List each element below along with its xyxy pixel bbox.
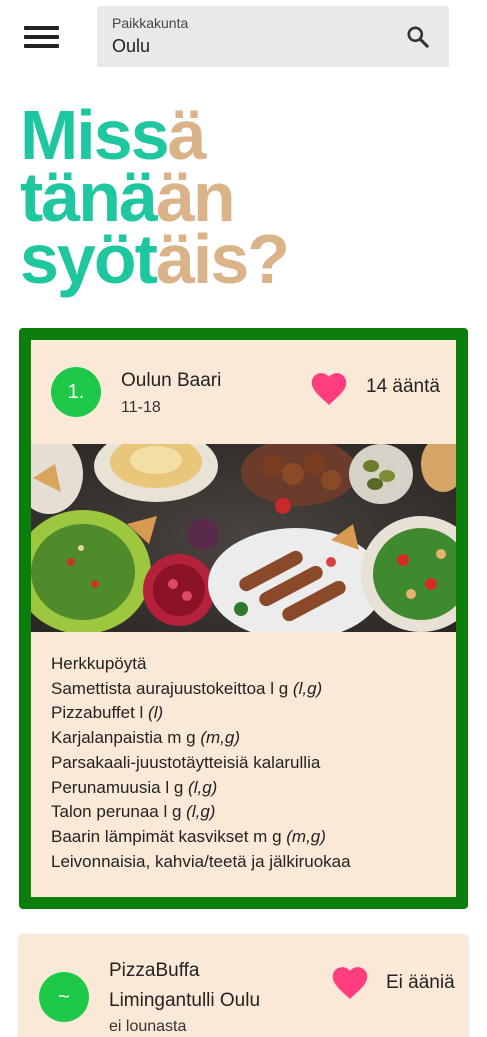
diet-tags: (l) bbox=[148, 703, 164, 723]
diet-tags: (l,g) bbox=[186, 802, 216, 822]
title-line-3: syötäis? bbox=[20, 224, 340, 294]
restaurant-card[interactable]: ~ PizzaBuffa Limingantulli Oulu ei louna… bbox=[19, 934, 468, 1037]
food-platter-image bbox=[31, 444, 456, 632]
title-line-2: tänään bbox=[20, 162, 340, 232]
restaurant-location: Limingantulli Oulu bbox=[109, 990, 261, 1011]
menu-item: Samettista aurajuustokeittoa l g (l,g) bbox=[51, 677, 351, 702]
menu-bar bbox=[24, 44, 59, 48]
dish-name: Herkkupöytä bbox=[51, 654, 147, 673]
restaurant-card-selected[interactable]: 1. Oulun Baari 11-18 14 ääntä Herkkupöyt… bbox=[19, 328, 468, 909]
rank-badge: 1. bbox=[51, 367, 101, 417]
menu-item: Herkkupöytä bbox=[51, 652, 351, 677]
vote-count: Ei ääniä bbox=[386, 972, 455, 993]
search-icon[interactable] bbox=[405, 24, 431, 50]
city-search-field[interactable]: Paikkakunta Oulu bbox=[97, 6, 449, 67]
rank-badge: ~ bbox=[39, 972, 89, 1022]
dish-name: Talon perunaa l g bbox=[51, 802, 187, 822]
diet-tags: (l,g) bbox=[292, 678, 323, 698]
menu-item: Leivonnaisia, kahvia/teetä ja jälkiruoka… bbox=[51, 850, 351, 875]
search-field-label: Paikkakunta bbox=[112, 15, 189, 31]
menu-item: Baarin lämpimät kasvikset m g (m,g) bbox=[51, 825, 351, 850]
dish-name: Karjalanpaistia m g bbox=[51, 728, 201, 748]
heart-icon[interactable] bbox=[329, 962, 371, 1000]
restaurant-name: Oulun Baari bbox=[121, 370, 222, 391]
diet-tags: (l,g) bbox=[188, 777, 218, 797]
heart-icon[interactable] bbox=[308, 368, 350, 406]
diet-tags: (m,g) bbox=[286, 826, 326, 846]
menu-item: Talon perunaa l g (l,g) bbox=[51, 800, 351, 825]
restaurant-hours: ei lounasta bbox=[109, 1018, 187, 1035]
menu-bar bbox=[24, 26, 59, 30]
menu-item: Pizzabuffet l (l) bbox=[51, 701, 351, 726]
vote-count: 14 ääntä bbox=[366, 376, 440, 397]
menu-item: Karjalanpaistia m g (m,g) bbox=[51, 726, 351, 751]
title-line-1: Missä bbox=[20, 100, 340, 170]
restaurant-card-header: 1. Oulun Baari 11-18 14 ääntä bbox=[31, 340, 456, 444]
dish-name: Leivonnaisia, kahvia/teetä ja jälkiruoka… bbox=[51, 851, 351, 871]
dish-name: Samettista aurajuustokeittoa l g bbox=[51, 678, 293, 698]
menu-list: Herkkupöytä Samettista aurajuustokeittoa… bbox=[51, 652, 351, 874]
dish-name: Parsakaali-juustotäytteisiä kalarullia bbox=[51, 752, 321, 772]
dish-name: Baarin lämpimät kasvikset m g bbox=[51, 826, 287, 846]
hamburger-menu-icon[interactable] bbox=[24, 24, 60, 50]
menu-bar bbox=[24, 35, 59, 39]
menu-item: Perunamuusia l g (l,g) bbox=[51, 776, 351, 801]
diet-tags: (m,g) bbox=[200, 728, 240, 748]
title-part: syöt bbox=[20, 220, 158, 298]
menu-item: Parsakaali-juustotäytteisiä kalarullia bbox=[51, 751, 351, 776]
title-part: äis? bbox=[155, 220, 290, 298]
restaurant-name: PizzaBuffa bbox=[109, 960, 200, 981]
restaurant-hours: 11-18 bbox=[121, 399, 161, 416]
page-title: Missä tänään syötäis? bbox=[20, 100, 340, 294]
dish-name: Pizzabuffet l bbox=[51, 703, 149, 723]
dish-name: Perunamuusia l g bbox=[51, 777, 189, 797]
search-input[interactable]: Oulu bbox=[112, 36, 150, 57]
